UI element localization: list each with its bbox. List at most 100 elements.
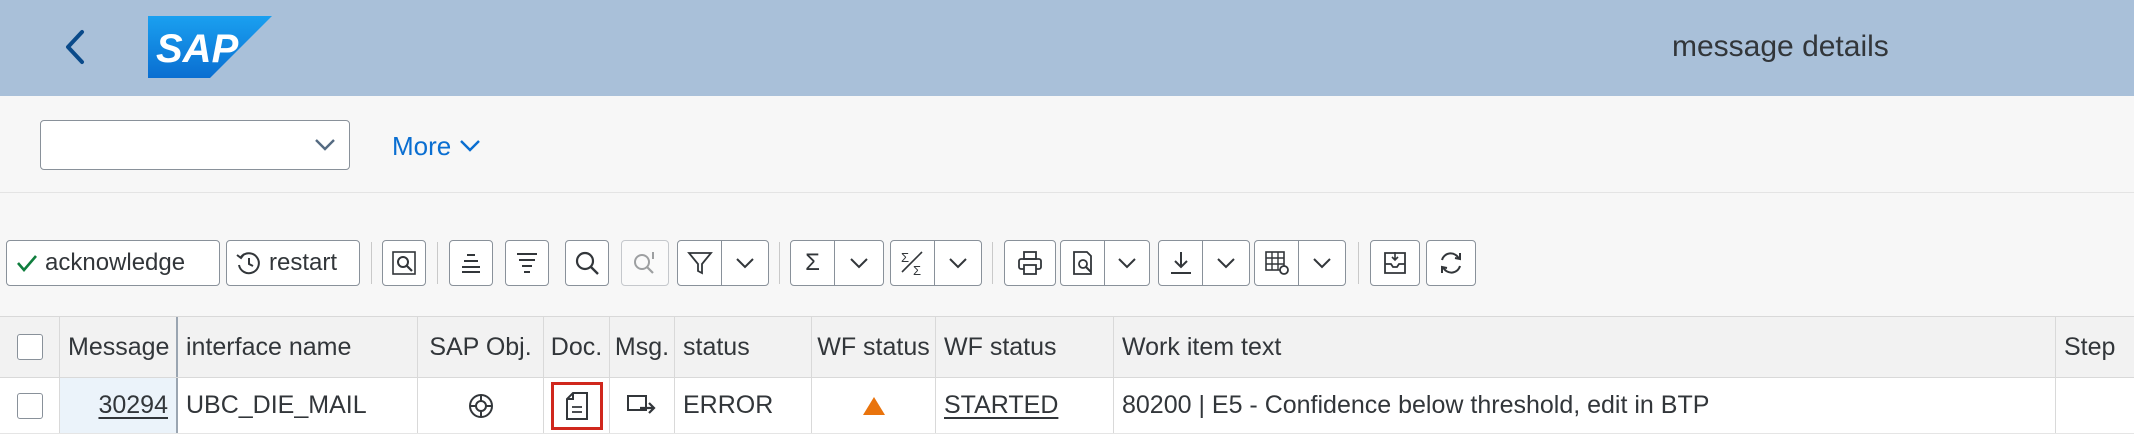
chevron-down-icon bbox=[949, 258, 967, 269]
column-header-wf-status-icon[interactable]: WF status bbox=[812, 317, 936, 377]
row-select-cell bbox=[0, 378, 60, 433]
filter-dropdown[interactable] bbox=[722, 241, 768, 285]
document-icon bbox=[565, 391, 588, 420]
views-dropdown[interactable] bbox=[1105, 241, 1149, 285]
step-cell bbox=[2056, 378, 2134, 433]
restart-button[interactable]: restart bbox=[226, 240, 360, 286]
toolbar-separator bbox=[992, 242, 993, 284]
total-dropdown[interactable] bbox=[835, 241, 883, 285]
views-button[interactable] bbox=[1060, 240, 1150, 286]
sum-icon: Σ bbox=[805, 249, 820, 276]
subtotal-button[interactable]: ΣΣ bbox=[890, 240, 982, 286]
restart-clock-icon bbox=[236, 252, 260, 275]
layout-button[interactable] bbox=[1254, 240, 1346, 286]
chevron-down-icon bbox=[1313, 258, 1331, 269]
subtotal-main[interactable]: ΣΣ bbox=[891, 241, 935, 285]
search-icon bbox=[575, 251, 599, 275]
print-button[interactable] bbox=[1004, 240, 1056, 286]
zoom-detail-icon bbox=[392, 251, 416, 275]
layout-main[interactable] bbox=[1255, 241, 1299, 285]
row-select-checkbox[interactable] bbox=[16, 392, 43, 419]
msg-cell bbox=[610, 378, 675, 433]
inbox-button[interactable] bbox=[1370, 240, 1420, 286]
doc-cell bbox=[544, 378, 610, 433]
message-id-cell: 30294 bbox=[60, 378, 178, 433]
interface-name-cell: UBC_DIE_MAIL bbox=[178, 378, 418, 433]
restart-label: restart bbox=[269, 249, 338, 276]
find-button[interactable] bbox=[565, 240, 609, 286]
find-next-button[interactable] bbox=[621, 240, 669, 286]
sort-ascending-button[interactable] bbox=[449, 240, 493, 286]
chevron-down-icon bbox=[850, 258, 868, 269]
column-header-status[interactable]: status bbox=[675, 317, 812, 377]
toolbar-separator bbox=[437, 242, 438, 284]
total-button[interactable]: Σ bbox=[790, 240, 884, 286]
shell-bar: SAP message details bbox=[0, 0, 2134, 96]
message-id-link[interactable]: 30294 bbox=[98, 391, 168, 420]
more-menu-button[interactable]: More bbox=[392, 126, 481, 166]
acknowledge-button[interactable]: acknowledge bbox=[6, 240, 220, 286]
message-export-icon[interactable] bbox=[626, 392, 658, 420]
toolbar-separator bbox=[371, 242, 372, 284]
chevron-down-icon bbox=[736, 258, 754, 269]
sort-ascending-icon bbox=[462, 254, 480, 273]
lifebuoy-icon[interactable] bbox=[466, 391, 496, 421]
printer-icon bbox=[1018, 251, 1042, 275]
export-button[interactable] bbox=[1158, 240, 1250, 286]
chevron-down-icon bbox=[1118, 258, 1136, 269]
svg-text:Σ: Σ bbox=[913, 263, 921, 278]
export-dropdown[interactable] bbox=[1203, 241, 1249, 285]
page-title: message details bbox=[1672, 30, 1889, 63]
sort-descending-icon bbox=[517, 253, 537, 273]
column-header-sap-obj[interactable]: SAP Obj. bbox=[418, 317, 544, 377]
acknowledge-label: acknowledge bbox=[45, 249, 186, 276]
print-preview-icon bbox=[1072, 251, 1092, 275]
chevron-down-icon bbox=[315, 139, 335, 151]
toolbar-separator bbox=[779, 242, 780, 284]
svg-text:SAP: SAP bbox=[156, 27, 239, 71]
sort-descending-button[interactable] bbox=[505, 240, 549, 286]
more-label: More bbox=[392, 130, 452, 161]
select-all-cell bbox=[0, 317, 60, 377]
search-next-icon bbox=[634, 252, 654, 274]
select-all-checkbox[interactable] bbox=[16, 334, 43, 360]
export-main[interactable] bbox=[1159, 241, 1203, 285]
layout-settings-icon bbox=[1264, 251, 1289, 275]
column-header-message[interactable]: Message bbox=[60, 317, 178, 377]
filter-main[interactable] bbox=[678, 241, 722, 285]
status-cell: ERROR bbox=[675, 378, 812, 433]
sap-logo: SAP bbox=[148, 16, 272, 78]
column-header-msg[interactable]: Msg. bbox=[610, 317, 675, 377]
column-header-doc[interactable]: Doc. bbox=[544, 317, 610, 377]
column-header-interface-name[interactable]: interface name bbox=[178, 317, 418, 377]
doc-highlight-box[interactable] bbox=[550, 381, 603, 430]
filter-button[interactable] bbox=[677, 240, 769, 286]
table-header-row: Message interface name SAP Obj. Doc. Msg… bbox=[0, 316, 2134, 378]
views-main[interactable] bbox=[1061, 241, 1105, 285]
refresh-button[interactable] bbox=[1426, 240, 1476, 286]
subtotal-dropdown[interactable] bbox=[935, 241, 981, 285]
back-button[interactable] bbox=[56, 22, 96, 72]
checkmark-icon bbox=[17, 255, 37, 272]
warning-triangle-icon bbox=[862, 396, 885, 415]
layout-dropdown[interactable] bbox=[1299, 241, 1345, 285]
svg-text:Σ: Σ bbox=[901, 250, 909, 265]
wf-status-link[interactable]: STARTED bbox=[944, 391, 1058, 420]
refresh-icon bbox=[1441, 252, 1461, 274]
total-main[interactable]: Σ bbox=[791, 241, 835, 285]
column-header-work-item-text[interactable]: Work item text bbox=[1114, 317, 2056, 377]
chevron-down-icon bbox=[460, 140, 481, 152]
details-button[interactable] bbox=[382, 240, 426, 286]
download-icon bbox=[1170, 252, 1191, 274]
table-row[interactable]: 30294 UBC_DIE_MAIL ERROR STARTED 80200 |… bbox=[0, 378, 2134, 434]
column-header-wf-status[interactable]: WF status bbox=[936, 317, 1114, 377]
inbox-icon bbox=[1384, 252, 1406, 274]
sap-obj-cell bbox=[418, 378, 544, 433]
variant-select[interactable] bbox=[40, 120, 350, 170]
wf-status-icon-cell bbox=[812, 378, 936, 433]
subtotal-icon: ΣΣ bbox=[901, 250, 923, 278]
chevron-down-icon bbox=[1217, 258, 1235, 269]
wf-status-cell: STARTED bbox=[936, 378, 1114, 433]
column-header-step[interactable]: Step bbox=[2056, 317, 2134, 377]
filter-icon bbox=[686, 252, 713, 275]
